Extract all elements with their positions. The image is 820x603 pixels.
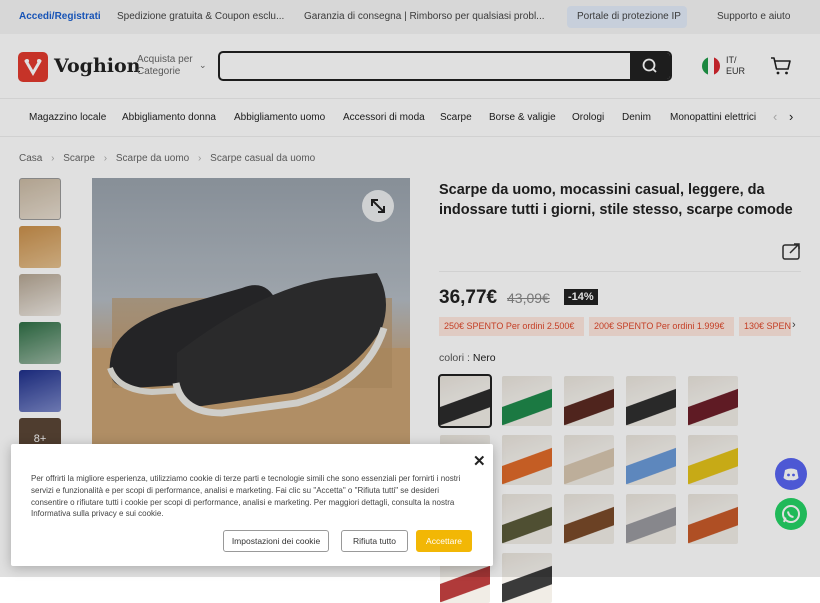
coupon-2[interactable]: 200€ SPENTO Per ordini 1.999€ <box>589 317 734 336</box>
divider <box>439 271 801 272</box>
categories-button[interactable]: Acquista per Categorie <box>137 54 197 78</box>
thumbnail[interactable] <box>19 322 61 364</box>
breadcrumb-home[interactable]: Casa <box>19 153 42 164</box>
chevron-left-icon[interactable]: ‹ <box>773 109 777 124</box>
color-swatch[interactable] <box>688 494 738 544</box>
expand-icon <box>371 199 385 213</box>
close-icon[interactable]: ✕ <box>473 452 486 470</box>
breadcrumb: Casa › Scarpe › Scarpe da uomo › Scarpe … <box>19 153 316 164</box>
coupon-3[interactable]: 130€ SPENTO <box>739 317 791 336</box>
color-swatch[interactable] <box>564 435 614 485</box>
color-swatch[interactable] <box>502 435 552 485</box>
support-link[interactable]: Supporto e aiuto <box>717 11 790 22</box>
promo-shipping[interactable]: Spedizione gratuita & Coupon esclu... <box>117 11 284 22</box>
language-label: IT/ <box>726 55 737 65</box>
discord-icon <box>783 468 799 481</box>
nav-item-fashion-accessories[interactable]: Accessori di moda <box>343 112 425 123</box>
cookie-settings-button[interactable]: Impostazioni dei cookie <box>223 530 329 552</box>
color-swatch[interactable] <box>626 435 676 485</box>
top-bar: Accedi/Registrati Spedizione gratuita & … <box>0 0 820 34</box>
search-box <box>218 51 672 81</box>
color-swatch[interactable] <box>626 376 676 426</box>
color-swatch[interactable] <box>502 376 552 426</box>
thumbnail[interactable] <box>19 370 61 412</box>
category-nav: Magazzino locale Abbigliamento donna Abb… <box>0 99 820 137</box>
color-swatch[interactable] <box>688 376 738 426</box>
share-icon[interactable] <box>781 241 803 266</box>
login-link[interactable]: Accedi/Registrati <box>19 11 101 22</box>
discount-badge: -14% <box>564 289 598 305</box>
color-swatch[interactable] <box>626 494 676 544</box>
accept-button[interactable]: Accettare <box>416 530 472 552</box>
ip-portal-link[interactable]: Portale di protezione IP <box>577 11 681 22</box>
language-currency[interactable]: IT/ EUR <box>726 55 745 77</box>
zoom-button[interactable] <box>362 190 394 222</box>
chevron-right-icon[interactable]: › <box>789 109 793 124</box>
voghion-logo-icon[interactable] <box>18 52 48 82</box>
nav-item-local-warehouse[interactable]: Magazzino locale <box>29 112 106 123</box>
colors-label: colori : Nero <box>439 352 496 364</box>
old-price: 43,09€ <box>507 290 550 306</box>
thumbnail[interactable] <box>19 226 61 268</box>
chevron-right-icon[interactable]: › <box>792 319 796 331</box>
whatsapp-button[interactable] <box>775 498 807 530</box>
color-swatch[interactable] <box>688 435 738 485</box>
currency-label: EUR <box>726 66 746 76</box>
nav-item-denim[interactable]: Denim <box>622 112 651 123</box>
chevron-down-icon: ⌄ <box>199 60 207 70</box>
current-price: 36,77€ <box>439 287 498 308</box>
breadcrumb-casual-shoes[interactable]: Scarpe casual da uomo <box>210 153 315 164</box>
selected-color: Nero <box>472 352 496 364</box>
nav-arrows: ‹ › <box>773 109 793 124</box>
nav-item-women-clothing[interactable]: Abbigliamento donna <box>122 112 216 123</box>
coupon-1[interactable]: 250€ SPENTO Per ordini 2.500€ <box>439 317 584 336</box>
promo-guarantee[interactable]: Garanzia di consegna | Rimborso per qual… <box>304 11 545 22</box>
cookie-text: Per offrirti la migliore esperienza, uti… <box>31 474 461 519</box>
color-swatch[interactable] <box>502 494 552 544</box>
italy-flag-icon[interactable] <box>702 57 720 75</box>
search-input[interactable] <box>226 57 626 75</box>
nav-item-bags[interactable]: Borse & valigie <box>489 112 556 123</box>
whatsapp-icon <box>782 505 800 523</box>
nav-item-men-clothing[interactable]: Abbigliamento uomo <box>234 112 325 123</box>
nav-item-shoes[interactable]: Scarpe <box>440 112 472 123</box>
reject-all-button[interactable]: Rifiuta tutto <box>341 530 408 552</box>
thumbnail-list: 8+ <box>19 178 61 466</box>
nav-item-watches[interactable]: Orologi <box>572 112 604 123</box>
color-swatch[interactable] <box>502 553 552 603</box>
color-swatch[interactable] <box>564 494 614 544</box>
logo-text[interactable]: Voghion <box>54 55 140 77</box>
search-icon <box>642 58 657 73</box>
product-title: Scarpe da uomo, mocassini casual, legger… <box>439 182 793 218</box>
color-swatch[interactable] <box>438 374 492 428</box>
nav-item-scooters[interactable]: Monopattini elettrici <box>670 112 756 123</box>
thumbnail[interactable] <box>19 178 61 220</box>
search-button[interactable] <box>630 53 670 79</box>
breadcrumb-shoes[interactable]: Scarpe <box>63 153 95 164</box>
thumbnail[interactable] <box>19 274 61 316</box>
cart-icon[interactable] <box>770 56 792 81</box>
cookie-dialog: ✕ Per offrirti la migliore esperienza, u… <box>11 444 493 566</box>
colors-caption: colori : <box>439 352 470 364</box>
breadcrumb-men-shoes[interactable]: Scarpe da uomo <box>116 153 189 164</box>
discord-button[interactable] <box>775 458 807 490</box>
color-swatch[interactable] <box>564 376 614 426</box>
header: Voghion Acquista per Categorie ⌄ IT/ EUR <box>0 34 820 99</box>
